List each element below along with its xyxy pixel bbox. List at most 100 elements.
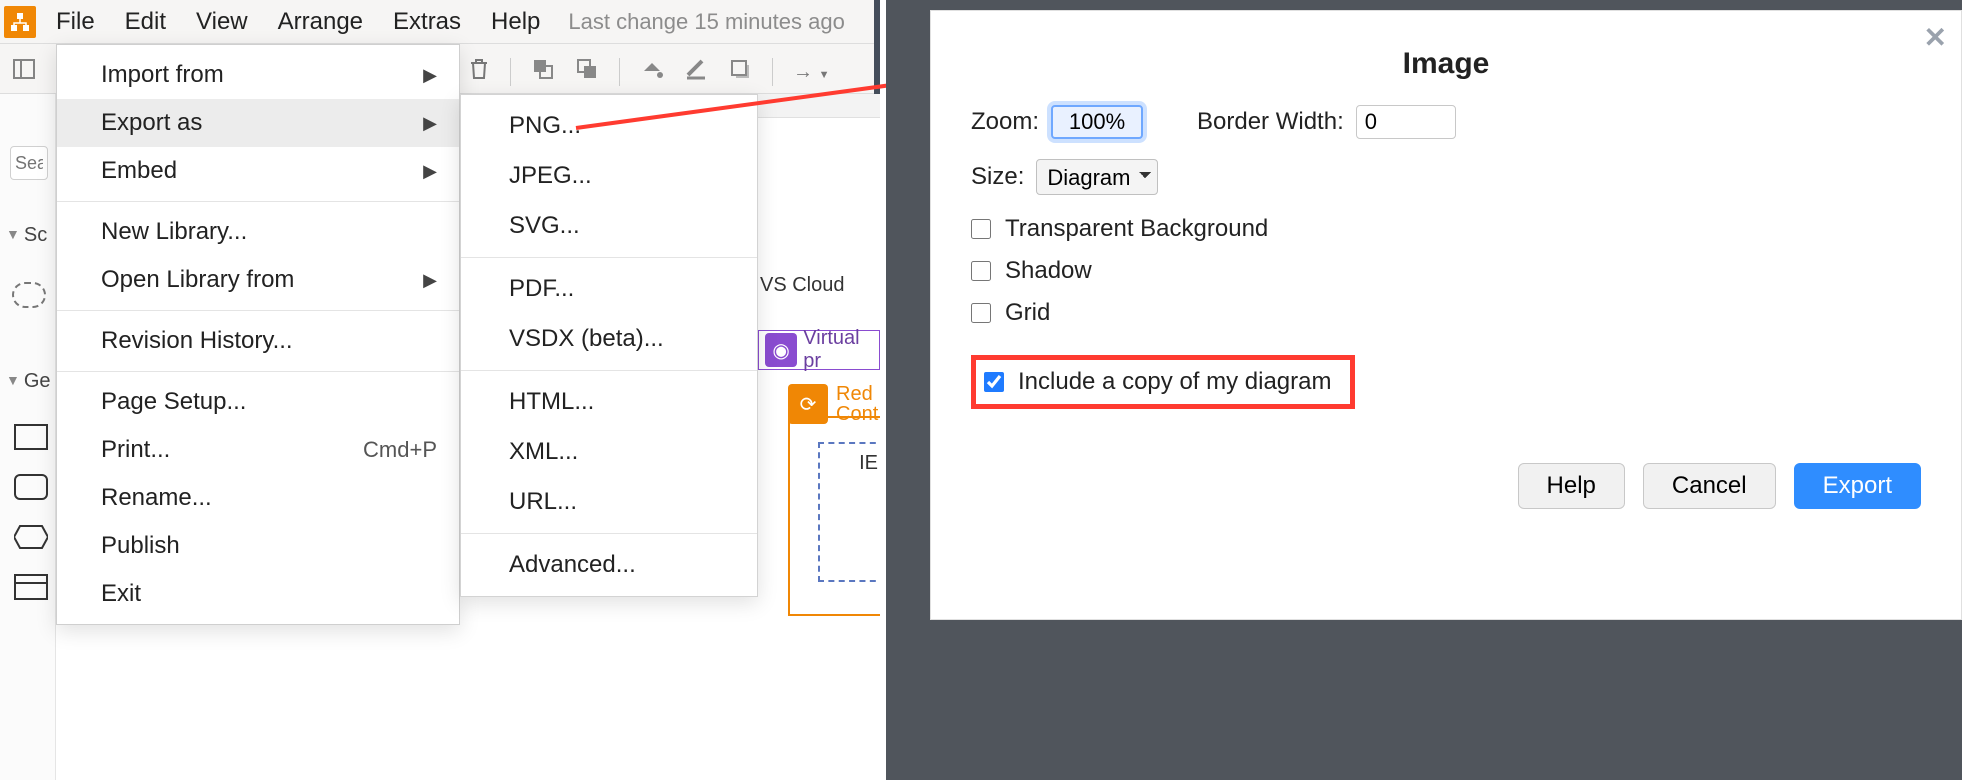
submenu-label: Advanced...: [509, 551, 636, 579]
menu-exit[interactable]: Exit: [57, 570, 459, 618]
menu-print[interactable]: Print... Cmd+P: [57, 426, 459, 474]
export-advanced[interactable]: Advanced...: [461, 540, 757, 590]
drawio-app: File Edit View Arrange Extras Help Last …: [0, 0, 880, 780]
chevron-right-icon: ▶: [423, 161, 437, 182]
submenu-label: PNG...: [509, 112, 581, 140]
menu-shortcut: Cmd+P: [363, 437, 437, 463]
menu-divider: [461, 533, 757, 534]
menu-divider: [57, 310, 459, 311]
shadow-row[interactable]: Shadow: [971, 257, 1921, 285]
submenu-label: SVG...: [509, 212, 580, 240]
menu-publish[interactable]: Publish: [57, 522, 459, 570]
menu-arrange[interactable]: Arrange: [268, 4, 373, 40]
shape-ellipse-icon[interactable]: [12, 282, 46, 308]
export-pdf[interactable]: PDF...: [461, 264, 757, 314]
grid-checkbox[interactable]: [971, 303, 991, 323]
export-jpeg[interactable]: JPEG...: [461, 151, 757, 201]
include-copy-checkbox[interactable]: [984, 372, 1004, 392]
export-vsdx[interactable]: VSDX (beta)...: [461, 314, 757, 364]
export-xml[interactable]: XML...: [461, 427, 757, 477]
menu-open-library-from[interactable]: Open Library from ▶: [57, 256, 459, 304]
chevron-right-icon: ▶: [423, 270, 437, 291]
chevron-right-icon: ▶: [423, 65, 437, 86]
menu-page-setup[interactable]: Page Setup...: [57, 378, 459, 426]
export-svg[interactable]: SVG...: [461, 201, 757, 251]
border-width-input[interactable]: [1356, 105, 1456, 139]
menu-rename[interactable]: Rename...: [57, 474, 459, 522]
size-select[interactable]: Diagram: [1036, 159, 1158, 195]
zoom-label: Zoom:: [971, 108, 1039, 136]
export-png[interactable]: PNG...: [461, 101, 757, 151]
transparent-bg-row[interactable]: Transparent Background: [971, 215, 1921, 243]
fill-icon[interactable]: [640, 57, 664, 87]
canvas[interactable]: VS Cloud ◉ Virtual pr ⟳ Red Cont IE: [758, 94, 880, 780]
menu-item-label: Import from: [101, 61, 224, 89]
file-menu: Import from ▶ Export as ▶ Embed ▶ New Li…: [56, 44, 460, 625]
connection-style-icon[interactable]: → ▼: [793, 61, 843, 84]
transparent-bg-checkbox[interactable]: [971, 219, 991, 239]
toolbar-sep: [619, 58, 620, 86]
shape-category-1[interactable]: ▼Sc: [6, 224, 47, 247]
menu-item-label: Revision History...: [101, 327, 293, 355]
app-logo-icon: [4, 6, 36, 38]
export-button[interactable]: Export: [1794, 463, 1921, 509]
menu-divider: [461, 257, 757, 258]
shape-round-rect-icon[interactable]: [14, 474, 48, 500]
menu-file[interactable]: File: [46, 4, 105, 40]
shield-icon: ◉: [765, 333, 797, 367]
zoom-input[interactable]: [1051, 105, 1143, 139]
canvas-red-l1: Red: [836, 384, 878, 404]
menu-item-label: Exit: [101, 580, 141, 608]
menu-item-label: Print...: [101, 436, 170, 464]
border-width-label: Border Width:: [1197, 108, 1344, 136]
menu-embed[interactable]: Embed ▶: [57, 147, 459, 195]
transparent-bg-label: Transparent Background: [1005, 215, 1268, 243]
include-copy-row[interactable]: Include a copy of my diagram: [971, 355, 1355, 409]
toolbar-sep: [772, 58, 773, 86]
menu-edit[interactable]: Edit: [115, 4, 176, 40]
cancel-button[interactable]: Cancel: [1643, 463, 1776, 509]
dialog-title: Image: [971, 47, 1921, 81]
canvas-virtual-label: Virtual pr: [803, 327, 879, 373]
canvas-virtual-private[interactable]: ◉ Virtual pr: [758, 330, 880, 370]
include-copy-label: Include a copy of my diagram: [1018, 368, 1332, 396]
menu-import-from[interactable]: Import from ▶: [57, 51, 459, 99]
chevron-right-icon: ▶: [423, 113, 437, 134]
shape-table-icon[interactable]: [14, 574, 48, 600]
shape-category-2[interactable]: ▼Ge: [6, 370, 51, 393]
shapes-pane: ▼Sc ▼Ge: [0, 94, 56, 780]
menu-divider: [461, 370, 757, 371]
menu-divider: [57, 201, 459, 202]
shadow-checkbox[interactable]: [971, 261, 991, 281]
menu-item-label: New Library...: [101, 218, 247, 246]
stroke-icon[interactable]: [684, 57, 708, 87]
menu-divider: [57, 371, 459, 372]
export-url[interactable]: URL...: [461, 477, 757, 527]
shape-hexagon-icon[interactable]: [14, 524, 48, 550]
shape-rect-icon[interactable]: [14, 424, 48, 450]
grid-row[interactable]: Grid: [971, 299, 1921, 327]
size-label: Size:: [971, 163, 1024, 191]
send-back-icon[interactable]: [575, 57, 599, 87]
menu-view[interactable]: View: [186, 4, 258, 40]
submenu-label: HTML...: [509, 388, 594, 416]
shadow-icon[interactable]: [728, 57, 752, 87]
send-front-icon[interactable]: [531, 57, 555, 87]
menu-help[interactable]: Help: [481, 4, 550, 40]
menu-revision-history[interactable]: Revision History...: [57, 317, 459, 365]
sidebar-toggle-icon[interactable]: [10, 55, 38, 83]
close-icon[interactable]: ✕: [1924, 21, 1947, 54]
export-html[interactable]: HTML...: [461, 377, 757, 427]
trash-icon[interactable]: [468, 57, 490, 87]
menu-item-label: Rename...: [101, 484, 212, 512]
toolbar-sep: [510, 58, 511, 86]
help-button[interactable]: Help: [1518, 463, 1625, 509]
search-input[interactable]: [10, 146, 48, 180]
menu-item-label: Embed: [101, 157, 177, 185]
dialog-backdrop: ✕ Image Zoom: Border Width: Size: Diagra…: [886, 0, 1962, 780]
menu-item-label: Publish: [101, 532, 180, 560]
menu-new-library[interactable]: New Library...: [57, 208, 459, 256]
menu-export-as[interactable]: Export as ▶: [57, 99, 459, 147]
menu-item-label: Export as: [101, 109, 202, 137]
menu-extras[interactable]: Extras: [383, 4, 471, 40]
